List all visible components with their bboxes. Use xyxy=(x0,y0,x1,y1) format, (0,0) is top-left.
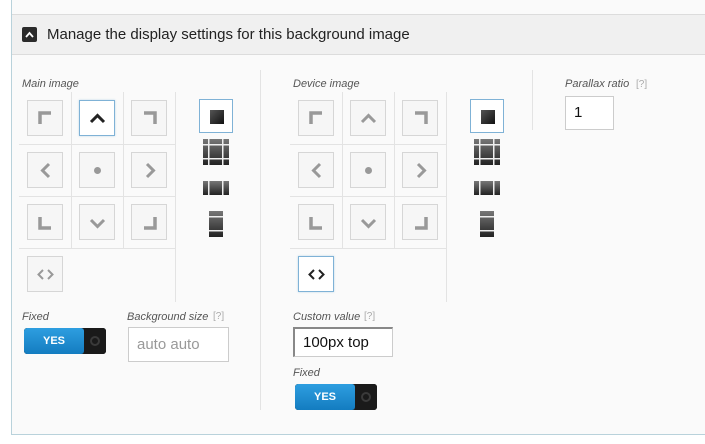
parallax-ratio-help[interactable]: [?] xyxy=(636,79,647,90)
size-option-stretch-horizontal[interactable] xyxy=(199,171,233,205)
chevron-up-icon xyxy=(25,31,34,38)
toggle-on-label: YES xyxy=(295,384,355,410)
chevron-left-icon xyxy=(311,162,322,179)
toggle-knob xyxy=(355,384,377,410)
parallax-ratio-input[interactable]: 1 xyxy=(565,96,614,130)
grid-divider xyxy=(342,92,343,248)
background-size-help[interactable]: [?] xyxy=(213,311,224,322)
size-option-stretch-vertical[interactable] xyxy=(199,207,233,241)
chevron-right-icon xyxy=(416,162,427,179)
code-brackets-icon xyxy=(37,269,54,280)
device-fixed-toggle[interactable]: YES xyxy=(295,384,377,410)
grid-divider xyxy=(446,92,447,302)
position-button-bottom-left-corner[interactable] xyxy=(27,204,63,240)
collapse-toggle-button[interactable] xyxy=(22,27,37,42)
size-option-cover[interactable] xyxy=(199,135,233,169)
grid-divider xyxy=(71,92,72,248)
bottom-left-corner-icon xyxy=(38,217,51,230)
position-button-top-left-corner[interactable] xyxy=(298,100,334,136)
background-size-label: Background size xyxy=(127,311,209,323)
section-title: Manage the display settings for this bac… xyxy=(47,26,410,43)
column-divider xyxy=(260,70,261,410)
size-stretch-vertical-icon xyxy=(209,211,223,237)
size-stretch-horizontal-icon xyxy=(474,181,500,195)
position-button-bottom-right-corner[interactable] xyxy=(402,204,438,240)
bottom-right-corner-icon xyxy=(144,217,157,230)
position-button-chevron-left[interactable] xyxy=(298,152,334,188)
size-cover-icon xyxy=(203,139,229,165)
custom-value-input[interactable]: 100px top xyxy=(293,327,393,357)
position-button-center-dot[interactable] xyxy=(79,152,115,188)
column-divider xyxy=(532,70,533,130)
grid-divider xyxy=(123,92,124,248)
size-stretch-vertical-icon xyxy=(480,211,494,237)
size-cover-icon xyxy=(474,139,500,165)
grid-divider xyxy=(175,92,176,302)
position-button-chevron-down[interactable] xyxy=(79,204,115,240)
custom-value-help[interactable]: [?] xyxy=(364,311,375,322)
size-auto-icon xyxy=(210,110,224,124)
grid-divider xyxy=(19,248,175,249)
position-button-top-left-corner[interactable] xyxy=(27,100,63,136)
device-fixed-label: Fixed xyxy=(293,367,320,379)
toggle-knob xyxy=(84,328,106,354)
top-right-corner-icon xyxy=(144,111,157,124)
position-button-bottom-right-corner[interactable] xyxy=(131,204,167,240)
chevron-up-icon xyxy=(89,113,106,124)
background-size-input[interactable]: auto auto xyxy=(128,327,229,362)
position-button-top-right-corner[interactable] xyxy=(402,100,438,136)
position-button-chevron-right[interactable] xyxy=(131,152,167,188)
position-button-bottom-left-corner[interactable] xyxy=(298,204,334,240)
position-button-center-dot[interactable] xyxy=(350,152,386,188)
top-left-corner-icon xyxy=(38,111,51,124)
grid-divider xyxy=(19,144,175,145)
grid-divider xyxy=(290,144,446,145)
size-stretch-horizontal-icon xyxy=(203,181,229,195)
grid-divider xyxy=(19,196,175,197)
position-button-chevron-down[interactable] xyxy=(350,204,386,240)
position-button-top-right-corner[interactable] xyxy=(131,100,167,136)
size-option-stretch-horizontal[interactable] xyxy=(470,171,504,205)
main-image-label: Main image xyxy=(22,78,79,90)
grid-divider xyxy=(290,196,446,197)
center-dot-icon xyxy=(94,167,101,174)
size-option-auto[interactable] xyxy=(199,99,233,133)
bottom-left-corner-icon xyxy=(309,217,322,230)
chevron-right-icon xyxy=(145,162,156,179)
grid-divider xyxy=(290,248,446,249)
size-option-auto[interactable] xyxy=(470,99,504,133)
position-button-chevron-left[interactable] xyxy=(27,152,63,188)
position-button-chevron-right[interactable] xyxy=(402,152,438,188)
section-header[interactable]: Manage the display settings for this bac… xyxy=(12,14,705,55)
top-right-corner-icon xyxy=(415,111,428,124)
position-button-code-brackets[interactable] xyxy=(27,256,63,292)
bottom-right-corner-icon xyxy=(415,217,428,230)
top-left-corner-icon xyxy=(309,111,322,124)
code-brackets-icon xyxy=(308,269,325,280)
custom-value-label: Custom value xyxy=(293,311,361,323)
device-image-label: Device image xyxy=(293,78,360,90)
grid-divider xyxy=(394,92,395,248)
fixed-label: Fixed xyxy=(22,311,49,323)
size-auto-icon xyxy=(481,110,495,124)
toggle-on-label: YES xyxy=(24,328,84,354)
position-button-chevron-up[interactable] xyxy=(79,100,115,136)
size-option-cover[interactable] xyxy=(470,135,504,169)
size-option-stretch-vertical[interactable] xyxy=(470,207,504,241)
chevron-down-icon xyxy=(360,218,377,229)
parallax-ratio-label: Parallax ratio xyxy=(565,78,630,90)
chevron-left-icon xyxy=(40,162,51,179)
main-fixed-toggle[interactable]: YES xyxy=(24,328,106,354)
center-dot-icon xyxy=(365,167,372,174)
chevron-up-icon xyxy=(360,113,377,124)
chevron-down-icon xyxy=(89,218,106,229)
position-button-chevron-up[interactable] xyxy=(350,100,386,136)
position-button-code-brackets[interactable] xyxy=(298,256,334,292)
